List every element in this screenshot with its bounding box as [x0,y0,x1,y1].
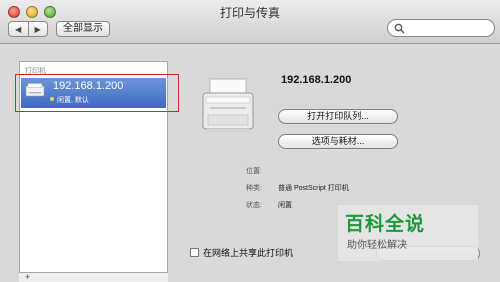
printer-large-icon [202,78,254,133]
open-print-queue-button[interactable]: 打开打印队列... [278,109,398,124]
search-field[interactable] [387,19,495,37]
status-value: 闲置 [278,202,292,209]
annotation-highlight-box [15,74,179,112]
back-arrow-icon[interactable]: ◀ [9,22,29,36]
status-label: 状态: [246,202,262,209]
search-icon [394,23,405,34]
title-bar: 打印与传真 ◀ ▶ 全部显示 [0,0,500,44]
show-all-button[interactable]: 全部显示 [56,21,110,37]
share-label: 在网络上共享此打印机 [203,248,294,258]
sidebar-button-bar: + [19,272,168,282]
share-printer-option[interactable]: 在网络上共享此打印机 [190,246,293,259]
watermark-subtitle: 助你轻松解决 [347,240,407,251]
forward-arrow-icon[interactable]: ▶ [29,22,48,36]
kind-label: 种类: [246,185,262,192]
share-checkbox[interactable] [190,248,199,257]
printer-name-heading: 192.168.1.200 [281,74,352,86]
location-label: 位置: [246,168,262,175]
add-printer-button[interactable]: + [25,272,30,282]
options-and-supplies-button[interactable]: 选项与耗材... [278,134,398,149]
watermark-title: 百科全说 [345,214,426,235]
kind-value: 普通 PostScript 打印机 [278,185,349,192]
nav-segmented-control: ◀ ▶ [8,21,48,37]
